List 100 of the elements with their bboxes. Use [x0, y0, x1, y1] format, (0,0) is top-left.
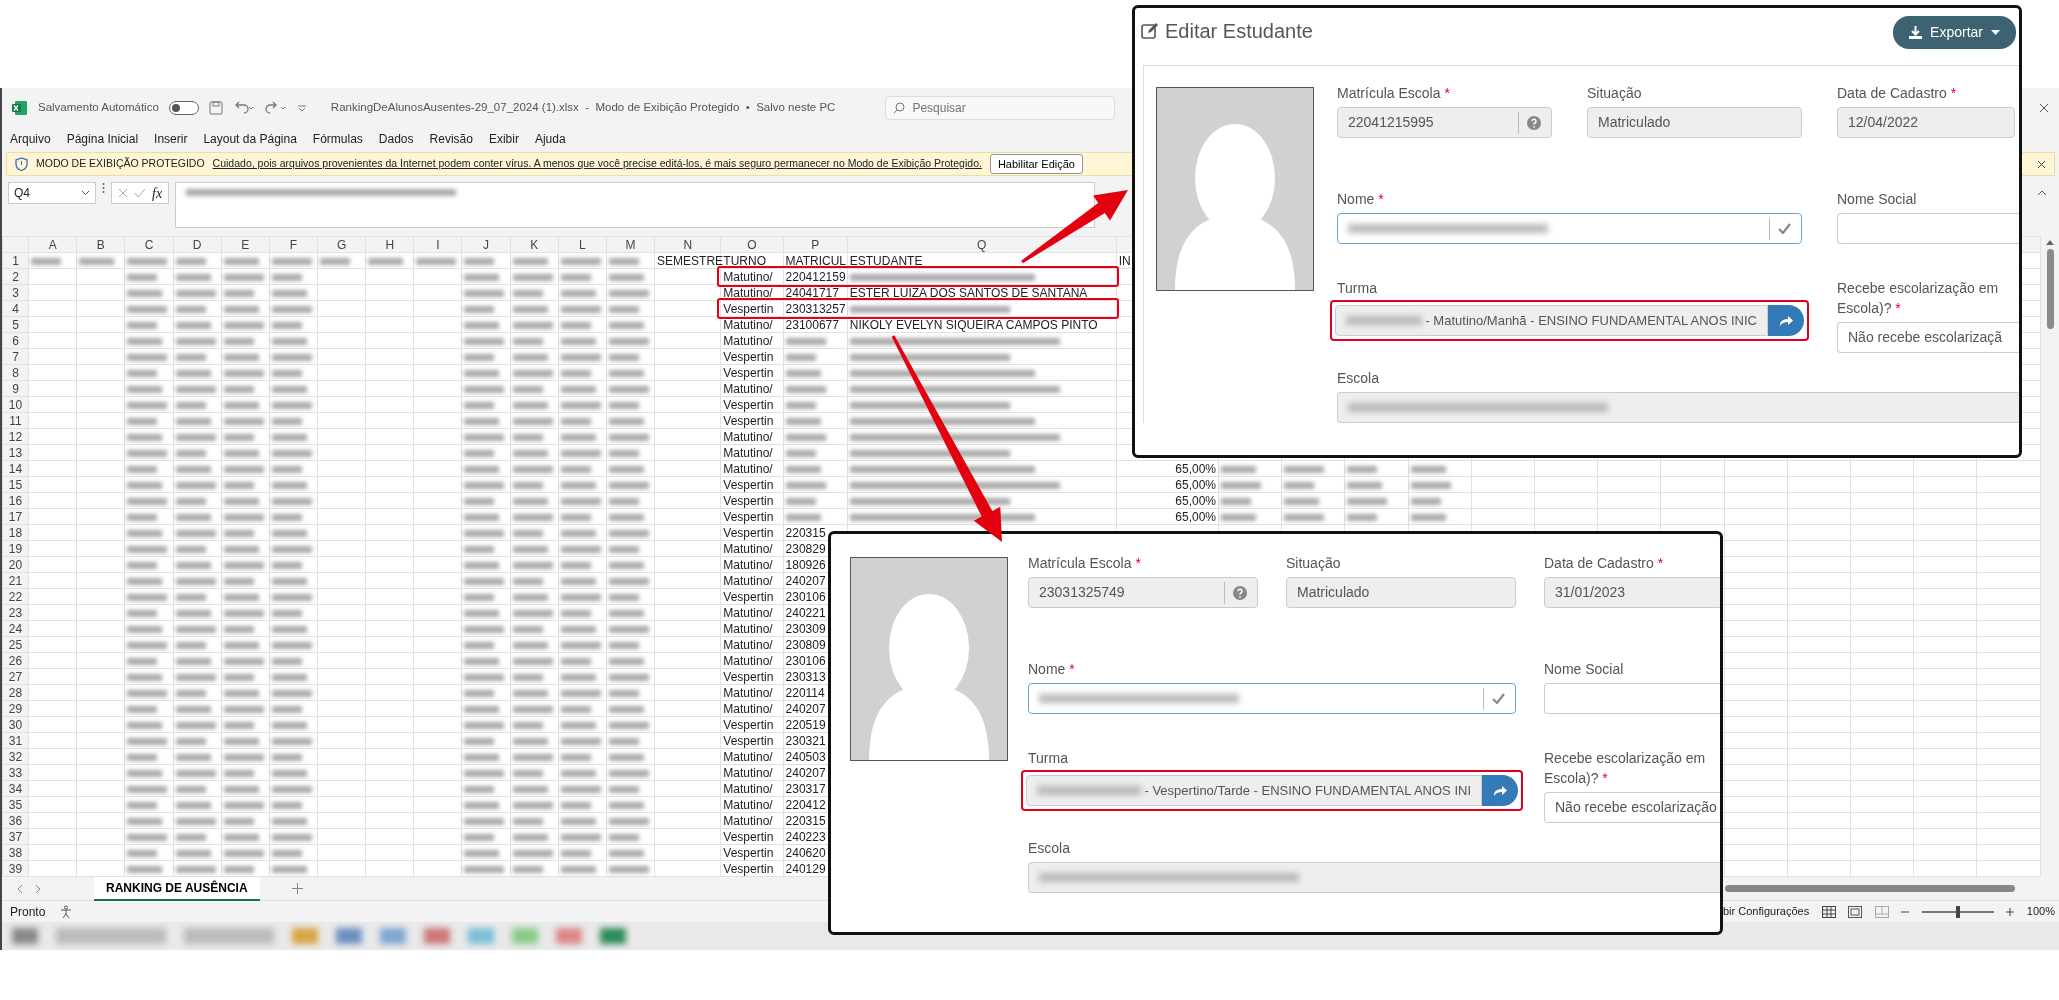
- redacted-text: [512, 785, 548, 793]
- formula-field[interactable]: [175, 182, 1096, 228]
- column-header[interactable]: H: [365, 236, 414, 253]
- view-settings-label[interactable]: bir Configurações: [1723, 903, 1810, 920]
- redacted-text: [608, 769, 649, 777]
- normal-view-icon[interactable]: [1821, 905, 1836, 918]
- column-header[interactable]: I: [413, 236, 462, 253]
- menu-item[interactable]: Página Inicial: [66, 130, 139, 148]
- add-sheet-icon[interactable]: [291, 883, 303, 894]
- redacted-text: [1221, 497, 1251, 505]
- redacted-text: [464, 657, 500, 665]
- function-button[interactable]: fx: [152, 182, 163, 204]
- menu-item[interactable]: Revisão: [429, 130, 473, 148]
- redacted-text: [175, 465, 211, 473]
- redacted-text: [464, 689, 495, 697]
- menu-item[interactable]: Layout da Página: [203, 130, 297, 148]
- table-cell: 65,00%: [1116, 508, 1219, 525]
- select-field[interactable]: Não recebe escolarizaçã: [1837, 322, 2019, 353]
- close-icon[interactable]: [2037, 159, 2046, 169]
- redacted-text: [512, 337, 543, 345]
- redacted-text: [127, 737, 168, 745]
- previous-sheet-icon[interactable]: [16, 883, 23, 894]
- horizontal-scrollbar[interactable]: [1725, 885, 2015, 892]
- autosave-toggle[interactable]: [168, 101, 199, 115]
- collapse-icon[interactable]: [2037, 190, 2047, 196]
- column-header[interactable]: M: [606, 236, 655, 253]
- menu-item[interactable]: Inserir: [154, 130, 188, 148]
- redacted-text: [1284, 481, 1315, 489]
- accessibility-icon[interactable]: [59, 904, 74, 919]
- page-break-icon[interactable]: [1874, 905, 1889, 918]
- column-header[interactable]: C: [124, 236, 174, 253]
- redacted-text: [512, 673, 543, 681]
- next-sheet-icon[interactable]: [35, 883, 42, 894]
- column-header[interactable]: D: [173, 236, 222, 253]
- export-button[interactable]: Exportar: [1893, 16, 2016, 49]
- check-icon: [134, 188, 146, 198]
- redacted-text: [560, 561, 591, 569]
- table-cell: Matutino/: [720, 380, 784, 397]
- column-header[interactable]: B: [76, 236, 125, 253]
- warning-link[interactable]: Cuidado, pois arquivos provenientes da Internet podem conter vírus. A menos que você precise editá-los, é mais seguro permanecer no Modo de Exibição Protegido.: [212, 156, 982, 172]
- redacted-text: [608, 865, 649, 873]
- column-header[interactable]: F: [269, 236, 318, 253]
- redacted-text: [608, 289, 649, 297]
- field-label: Nome Social: [1544, 660, 1625, 679]
- redacted-text: [560, 273, 591, 281]
- input-field[interactable]: [1544, 683, 1720, 714]
- redacted-text: [512, 449, 548, 457]
- redacted-text: [175, 257, 206, 265]
- column-header[interactable]: L: [558, 236, 607, 253]
- redacted-text: [512, 353, 548, 361]
- close-icon[interactable]: [2039, 103, 2049, 113]
- redacted-text: [608, 481, 649, 489]
- column-header[interactable]: P: [783, 236, 848, 253]
- menu-item[interactable]: Ajuda: [534, 130, 566, 148]
- redacted-text: [223, 385, 254, 393]
- table-cell: ESTER LUIZA DOS SANTOS DE SANTANA: [847, 284, 1117, 301]
- column-header[interactable]: J: [462, 236, 511, 253]
- redacted-text: [1221, 481, 1261, 489]
- redacted-text: [271, 257, 312, 265]
- redacted-text: [608, 593, 639, 601]
- redacted-text: [560, 513, 591, 521]
- redacted-text: [1284, 465, 1325, 473]
- table-cell: 220412159: [783, 268, 848, 285]
- menu-item[interactable]: Fórmulas: [312, 130, 363, 148]
- column-header[interactable]: G: [317, 236, 366, 253]
- menu-item[interactable]: Exibir: [488, 130, 519, 148]
- help-icon: [1527, 115, 1541, 130]
- scroll-thumb[interactable]: [2046, 249, 2054, 329]
- redacted-text: [127, 305, 168, 313]
- redacted-text: [127, 689, 168, 697]
- select-field[interactable]: Não recebe escolarização: [1544, 792, 1720, 823]
- redacted-text: [175, 673, 216, 681]
- save-icon[interactable]: [208, 101, 223, 115]
- input-field[interactable]: [1837, 213, 2019, 244]
- input-field[interactable]: [1337, 213, 1802, 244]
- zoom-in-icon[interactable]: [2006, 907, 2015, 916]
- input-field[interactable]: [1028, 683, 1516, 714]
- column-header[interactable]: Q: [847, 236, 1117, 253]
- redacted-text: [1347, 513, 1378, 521]
- redacted-text: [560, 433, 596, 441]
- page-layout-icon[interactable]: [1848, 905, 1863, 918]
- column-header[interactable]: A: [28, 236, 77, 253]
- menu-item[interactable]: Arquivo: [10, 130, 51, 148]
- redacted-text: [785, 481, 826, 489]
- menu-item[interactable]: Dados: [378, 130, 414, 148]
- name-box[interactable]: Q4: [8, 182, 96, 204]
- column-header[interactable]: K: [510, 236, 559, 253]
- redacted-text: [608, 689, 639, 697]
- column-header[interactable]: E: [221, 236, 270, 253]
- enable-editing-button[interactable]: Habilitar Edição: [989, 153, 1083, 175]
- column-header[interactable]: N: [654, 236, 721, 253]
- redacted-text: [464, 401, 495, 409]
- sheet-tab[interactable]: RANKING DE AUSÊNCIA: [94, 876, 260, 901]
- search-field[interactable]: Pesquisar: [885, 96, 1116, 120]
- redacted-text: [175, 401, 206, 409]
- redacted-text: [127, 641, 168, 649]
- customize-icon[interactable]: [296, 103, 307, 113]
- redacted-text: [175, 817, 216, 825]
- redo-icon[interactable]: [264, 101, 287, 115]
- column-header[interactable]: O: [720, 236, 784, 253]
